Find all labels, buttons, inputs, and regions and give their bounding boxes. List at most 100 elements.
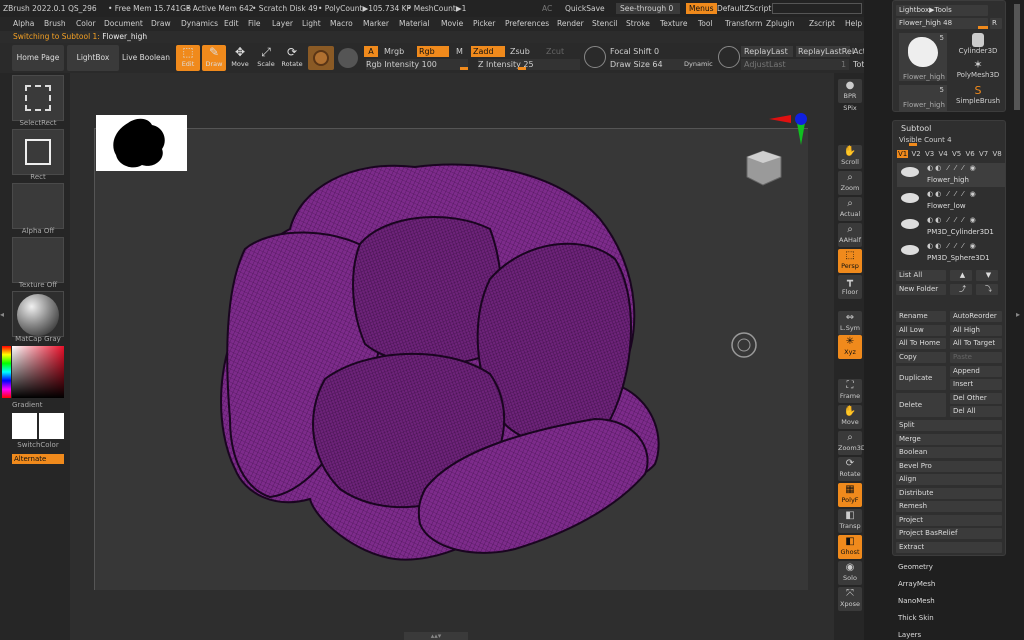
focal-shift-slider[interactable]: Focal Shift 0 [610,46,710,57]
document-canvas[interactable] [94,113,808,590]
tool-name-slider[interactable]: Flower_high 48 [896,18,988,29]
section-nanomesh-button[interactable]: NanoMesh [898,597,935,605]
quicksave-button[interactable]: QuickSave [565,0,605,17]
menu-tool[interactable]: Tool [698,17,713,31]
zsub-button[interactable]: Zsub [510,46,530,57]
material-swatch[interactable] [308,46,334,70]
visible-count-slider[interactable]: Visible Count 4 [899,136,952,144]
menus-button[interactable]: Menus [686,3,717,14]
replay-last-button[interactable]: ReplayLast [741,46,793,57]
all-low-button[interactable]: All Low [896,325,946,336]
subtool-row[interactable]: ◐◐ ⁄ ⁄ ⁄ ◉ PM3D_Cylinder3D1 [897,215,1005,239]
menu-document[interactable]: Document [104,17,143,31]
texture-sphere-icon[interactable] [338,48,358,68]
tool-slider-handle[interactable] [978,26,988,29]
del-other-button[interactable]: Del Other [950,393,1002,404]
shelf-persp-button[interactable]: ⬚ Persp [838,249,862,273]
tool-thumb-simplebrush[interactable]: S SimpleBrush [953,85,1003,111]
tool-thumb-cylinder[interactable]: Cylinder3D [953,33,1003,57]
copy-button[interactable]: Copy [896,352,946,363]
shelf-xyz-button[interactable]: ✳ Xyz [838,335,862,359]
subtool-row[interactable]: ◐◐ ⁄ ⁄ ⁄ ◉ Flower_high [897,163,1005,187]
bottom-collapse-icon[interactable]: ▴▴▾ [404,632,468,640]
zadd-button[interactable]: Zadd [471,46,505,57]
action-project-basrelief-button[interactable]: Project BasRelief [896,528,1002,539]
m-button[interactable]: M [456,46,463,57]
lightbox-button[interactable]: LightBox [67,45,119,71]
paste-button[interactable]: Paste [950,352,1002,363]
list-all-button[interactable]: List All [896,270,946,281]
menu-marker[interactable]: Marker [363,17,389,31]
subtool-toggle-icons[interactable]: ◐◐ ⁄ ⁄ ⁄ ◉ [927,164,978,172]
lightbox-tools-button[interactable]: Lightbox▶Tools [896,5,988,16]
all-to-home-button[interactable]: All To Home [896,338,946,349]
select-rect-button[interactable] [12,75,64,121]
shelf-actual-button[interactable]: ⌕ Actual [838,197,862,221]
action-merge-button[interactable]: Merge [896,433,1002,445]
tool-thumb-polymesh[interactable]: ✶ PolyMesh3D [953,59,1003,83]
menu-zplugin[interactable]: Zplugin [766,17,794,31]
adjust-last-slider[interactable]: AdjustLast 1 [741,59,849,70]
version-tab-v7[interactable]: V7 [978,150,989,158]
menu-material[interactable]: Material [399,17,429,31]
menu-transform[interactable]: Transform [725,17,762,31]
menu-movie[interactable]: Movie [441,17,463,31]
rgb-button[interactable]: Rgb [417,46,449,57]
shelf-bpr-button[interactable]: ● BPR [838,79,862,103]
shelf-scroll-button[interactable]: ✋ Scroll [838,145,862,169]
alternate-button[interactable]: Alternate [12,454,64,464]
menu-draw[interactable]: Draw [151,17,171,31]
alpha-button[interactable] [12,183,64,229]
shelf-ghost-button[interactable]: ◧ Ghost [838,535,862,559]
axis-gizmo-icon[interactable] [767,113,809,157]
menu-color[interactable]: Color [76,17,96,31]
action-align-button[interactable]: Align [896,474,1002,485]
menu-stroke[interactable]: Stroke [626,17,650,31]
subtool-toggle-icons[interactable]: ◐◐ ⁄ ⁄ ⁄ ◉ [927,216,978,224]
z-intensity-slider[interactable]: Z Intensity 25 [478,59,580,70]
insert-button[interactable]: Insert [950,379,1002,390]
menu-alpha[interactable]: Alpha [13,17,34,31]
tool-thumb-flower-high-2[interactable]: 5 Flower_high [899,85,947,111]
menu-dynamics[interactable]: Dynamics [181,17,218,31]
dynamic-toggle[interactable]: Dynamic [684,59,713,70]
z-intensity-handle[interactable] [518,67,526,70]
a-button[interactable]: A [364,46,378,57]
edit-button[interactable]: ⬚ Edit [176,45,200,71]
version-tab-v1[interactable]: V1 [897,150,909,158]
version-tab-v5[interactable]: V5 [951,150,962,158]
see-through-slider[interactable]: See-through 0 [616,3,680,14]
action-split-button[interactable]: Split [896,420,1002,431]
shelf-aahalf-button[interactable]: ⌕ AAHalf [838,223,862,247]
rgb-intensity-slider[interactable]: Rgb Intensity 100 [366,59,468,70]
menu-preferences[interactable]: Preferences [505,17,549,31]
section-arraymesh-button[interactable]: ArrayMesh [898,580,935,588]
action-boolean-button[interactable]: Boolean [896,447,1002,458]
arrow-down-icon[interactable]: ▼ [976,270,998,281]
new-folder-button[interactable]: New Folder [896,284,946,295]
switchcolor-button[interactable]: SwitchColor [12,441,64,449]
live-boolean-button[interactable]: Live Boolean [121,45,171,71]
version-tab-v4[interactable]: V4 [938,150,949,158]
shelf-transp-button[interactable]: ◧ Transp [838,509,862,533]
folder-down-icon[interactable]: ⤵ [976,284,998,295]
primary-color-swatch[interactable] [12,413,37,439]
mrgb-button[interactable]: Mrgb [384,46,404,57]
shelf-floor-button[interactable]: ┳ Floor [838,275,862,299]
shelf-rotate-button[interactable]: ⟳ Rotate [838,457,862,481]
left-collapse-icon[interactable]: ◂ [0,310,8,330]
section-thick-skin-button[interactable]: Thick Skin [898,614,934,622]
shelf-zoom3d-button[interactable]: ⌕ Zoom3D [838,431,866,455]
menu-file[interactable]: File [248,17,261,31]
rotate-button[interactable]: ⟳ Rotate [280,45,304,71]
version-tab-v8[interactable]: V8 [992,150,1003,158]
shelf-xpose-button[interactable]: ⤧ Xpose [838,587,862,611]
menu-stencil[interactable]: Stencil [592,17,617,31]
color-picker[interactable] [12,346,64,398]
subtool-toggle-icons[interactable]: ◐◐ ⁄ ⁄ ⁄ ◉ [927,190,978,198]
shelf-frame-button[interactable]: ⛶ Frame [838,379,862,403]
matcap-button[interactable] [12,291,64,337]
all-high-button[interactable]: All High [950,325,1002,336]
menu-layer[interactable]: Layer [272,17,293,31]
delete-button[interactable]: Delete [896,393,946,417]
